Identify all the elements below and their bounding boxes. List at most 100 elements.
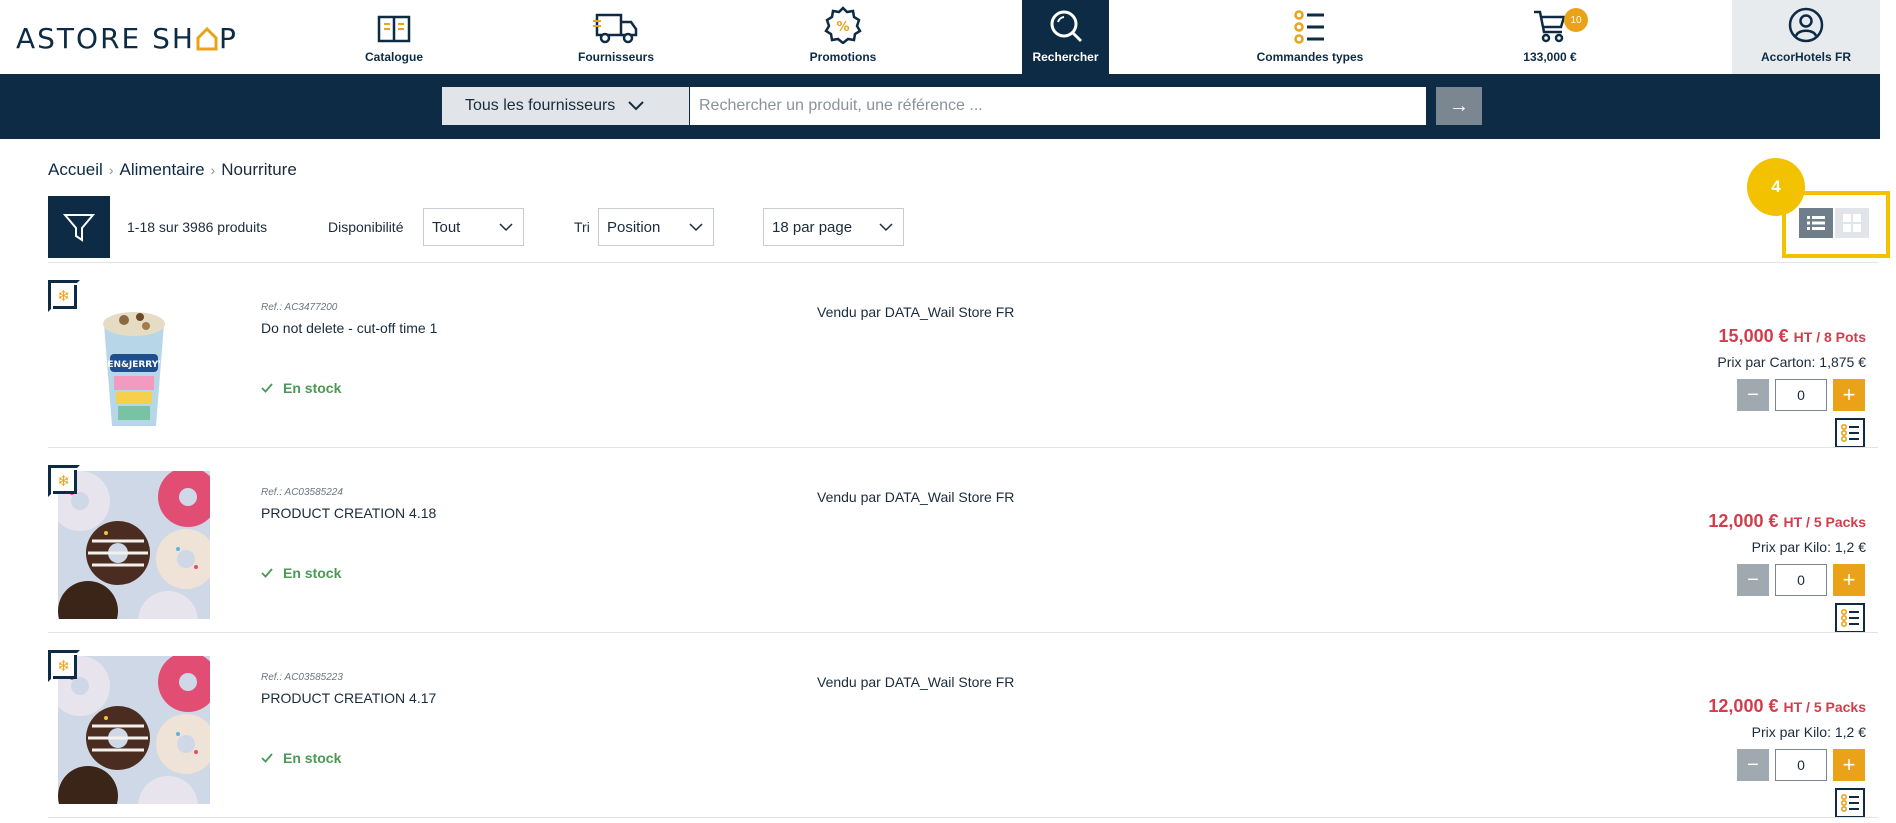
snowflake-icon: ❄ (53, 470, 77, 494)
sort-select[interactable]: Position (598, 208, 714, 246)
nav-label: Promotions (809, 50, 877, 64)
cart-total: 133,000 € (1523, 50, 1577, 64)
supplier-select[interactable]: Tous les fournisseurs (442, 87, 689, 125)
unit-price: Prix par Kilo: 1,2 € (1751, 724, 1866, 740)
nav-account[interactable]: AccorHotels FR (1732, 0, 1880, 74)
nav-commandes-types[interactable]: Commandes types (1252, 0, 1368, 74)
order-list-icon (1840, 608, 1859, 628)
nav-rechercher[interactable]: Rechercher (1022, 0, 1109, 74)
product-price: 15,000 € HT / 8 Pots (1719, 326, 1866, 347)
check-icon (261, 568, 273, 578)
product-ref: Ref.: AC03585224 (261, 487, 343, 498)
nav-catalogue[interactable]: Catalogue (352, 0, 436, 74)
user-icon (1788, 7, 1824, 43)
nav-label: Catalogue (364, 50, 423, 64)
product-seller: Vendu par DATA_Wail Store FR (817, 304, 1015, 320)
quantity-input[interactable]: 0 (1775, 564, 1827, 596)
house-logo-icon (196, 25, 218, 51)
chevron-right-icon: › (108, 162, 114, 178)
product-image[interactable] (58, 471, 210, 619)
stock-status: En stock (261, 750, 341, 766)
filter-button[interactable] (48, 196, 110, 258)
product-name[interactable]: PRODUCT CREATION 4.18 (261, 505, 436, 521)
list-view-icon (1807, 216, 1825, 230)
quantity-input[interactable]: 0 (1775, 379, 1827, 411)
book-icon (377, 15, 411, 43)
sort-label: Tri (574, 219, 590, 235)
funnel-icon (63, 214, 95, 242)
decrease-qty-button[interactable]: − (1737, 749, 1769, 781)
chevron-down-icon (628, 101, 645, 111)
truck-icon (593, 13, 638, 44)
donuts-image (58, 471, 210, 619)
add-to-order-list-button[interactable] (1835, 788, 1865, 818)
price-unit: HT / 5 Packs (1783, 699, 1867, 715)
frozen-tag: ❄ (48, 650, 80, 682)
nav-label: Commandes types (1256, 50, 1364, 64)
snowflake-icon: ❄ (53, 285, 77, 309)
availability-select[interactable]: Tout (423, 208, 524, 246)
search-input[interactable]: Rechercher un produit, une référence ... (690, 87, 1426, 125)
product-name[interactable]: Do not delete - cut-off time 1 (261, 320, 437, 336)
add-to-order-list-button[interactable] (1835, 418, 1865, 448)
nav-fournisseurs[interactable]: Fournisseurs (566, 0, 666, 74)
check-icon (261, 383, 273, 393)
product-ref: Ref.: AC03585223 (261, 672, 343, 683)
breadcrumb-current: Nourriture (221, 160, 297, 179)
product-ref: Ref.: AC3477200 (261, 302, 338, 313)
divider (48, 632, 1878, 633)
product-name[interactable]: PRODUCT CREATION 4.17 (261, 690, 436, 706)
nav-label: Fournisseurs (577, 50, 655, 64)
quantity-input[interactable]: 0 (1775, 749, 1827, 781)
stock-status: En stock (261, 565, 341, 581)
product-seller: Vendu par DATA_Wail Store FR (817, 489, 1015, 505)
product-row: ❄ Ref.: AC03585224 PRODUCT CREATION 4.18… (48, 461, 1878, 646)
percent-badge-icon: % (824, 6, 862, 44)
list-icon (1294, 10, 1324, 44)
list-view-button[interactable] (1799, 208, 1833, 238)
sort-value: Position (607, 218, 661, 236)
unit-price: Prix par Carton: 1,875 € (1717, 354, 1866, 370)
divider (48, 262, 1878, 263)
svg-text:%: % (836, 20, 849, 35)
divider (48, 447, 1878, 448)
per-page-value: 18 par page (772, 218, 853, 236)
product-seller: Vendu par DATA_Wail Store FR (817, 674, 1015, 690)
grid-view-button[interactable] (1835, 208, 1869, 238)
decrease-qty-button[interactable]: − (1737, 564, 1769, 596)
nav-promotions[interactable]: % Promotions (797, 0, 889, 74)
stock-label: En stock (283, 380, 342, 396)
breadcrumb: Accueil › Alimentaire › Nourriture (48, 160, 297, 180)
product-image[interactable]: BEN&JERRY'S (58, 286, 210, 434)
per-page-select[interactable]: 18 par page (763, 208, 904, 246)
arrow-right-icon: → (1449, 94, 1469, 117)
product-row: ❄ Ref.: AC03585223 PRODUCT CREATION 4.17… (48, 646, 1878, 823)
product-image[interactable] (58, 656, 210, 804)
donuts-image (58, 656, 210, 804)
logo[interactable]: ASTORE SH P (16, 22, 238, 55)
unit-price: Prix par Kilo: 1,2 € (1751, 539, 1866, 555)
chevron-right-icon: › (210, 162, 216, 178)
search-icon (1050, 10, 1082, 43)
add-to-order-list-button[interactable] (1835, 603, 1865, 633)
chevron-down-icon (689, 223, 703, 232)
breadcrumb-home[interactable]: Accueil (48, 160, 103, 180)
increase-qty-button[interactable]: + (1833, 564, 1865, 596)
price-unit: HT / 5 Packs (1783, 514, 1867, 530)
stock-label: En stock (283, 750, 342, 766)
chevron-down-icon (879, 223, 893, 232)
nav-cart[interactable]: 10 133,000 € (1512, 0, 1588, 74)
product-row: BEN&JERRY'S ❄ Ref.: AC3477200 Do not del… (48, 276, 1878, 461)
search-submit-button[interactable]: → (1436, 87, 1482, 125)
breadcrumb-category[interactable]: Alimentaire (119, 160, 204, 180)
increase-qty-button[interactable]: + (1833, 749, 1865, 781)
supplier-select-label: Tous les fournisseurs (465, 97, 616, 114)
account-name: AccorHotels FR (1760, 50, 1852, 64)
results-toolbar: 1-18 sur 3986 produits Disponibilité Tou… (48, 196, 1878, 259)
price-value: 12,000 € (1708, 511, 1779, 531)
price-unit: HT / 8 Pots (1793, 329, 1866, 345)
decrease-qty-button[interactable]: − (1737, 379, 1769, 411)
increase-qty-button[interactable]: + (1833, 379, 1865, 411)
svg-text:BEN&JERRY'S: BEN&JERRY'S (100, 360, 167, 370)
search-placeholder: Rechercher un produit, une référence ... (699, 97, 983, 114)
